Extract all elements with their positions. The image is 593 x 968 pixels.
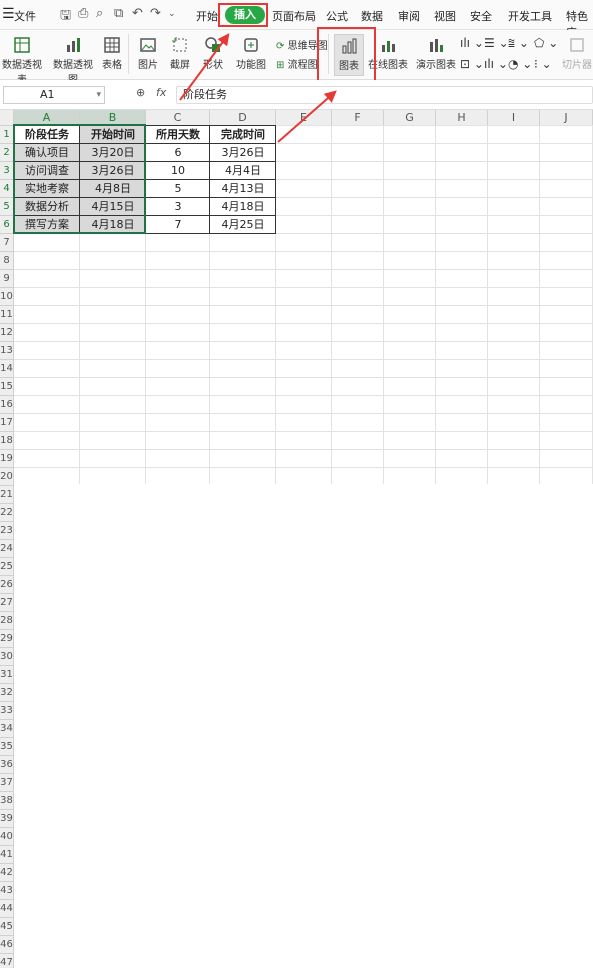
screenshot-button[interactable]: 截屏 — [166, 36, 194, 71]
dropdown-icon[interactable]: ⌄ — [168, 9, 176, 19]
formula-input[interactable]: 阶段任务 — [176, 86, 593, 104]
shape-button[interactable]: 形状 — [198, 36, 228, 71]
row-header-27[interactable]: 27 — [0, 594, 14, 612]
tab-data[interactable]: 数据 — [361, 8, 383, 24]
row-header-40[interactable]: 40 — [0, 828, 14, 846]
row-header-28[interactable]: 28 — [0, 612, 14, 630]
row-header-35[interactable]: 35 — [0, 738, 14, 756]
pivot-table-button[interactable]: 数据透视表 — [0, 36, 44, 86]
row-header-46[interactable]: 46 — [0, 936, 14, 954]
print-icon[interactable]: ⎙ — [78, 6, 88, 21]
flowchart-button[interactable]: ⊞ 流程图 — [276, 56, 318, 71]
row-header-44[interactable]: 44 — [0, 900, 14, 918]
row-header-47[interactable]: 47 — [0, 954, 14, 968]
tab-home[interactable]: 开始 — [196, 8, 218, 24]
row-header-23[interactable]: 23 — [0, 522, 14, 540]
shape-icon — [205, 37, 220, 52]
column-chart-icon[interactable]: ılı ⌄ — [460, 36, 484, 50]
row-header-38[interactable]: 38 — [0, 792, 14, 810]
pie-chart-icon[interactable]: ◔ ⌄ — [508, 57, 532, 71]
row-header-29[interactable]: 29 — [0, 630, 14, 648]
menu-icon[interactable]: ☰ — [2, 6, 15, 22]
row-header-42[interactable]: 42 — [0, 864, 14, 882]
row-header-43[interactable]: 43 — [0, 882, 14, 900]
demo-chart-icon — [430, 39, 443, 52]
row-header-22[interactable]: 22 — [0, 504, 14, 522]
demo-chart-button[interactable]: 演示图表 — [414, 36, 458, 71]
radar-chart-icon[interactable]: ⬠ ⌄ — [534, 36, 558, 50]
tab-review[interactable]: 审阅 — [398, 8, 420, 24]
row-header-41[interactable]: 41 — [0, 846, 14, 864]
row-header-31[interactable]: 31 — [0, 666, 14, 684]
table-button[interactable]: 表格 — [100, 36, 124, 71]
row-header-36[interactable]: 36 — [0, 756, 14, 774]
save-icon[interactable]: 🖫 — [60, 6, 71, 28]
tab-security[interactable]: 安全 — [470, 8, 492, 24]
redo-icon[interactable]: ↷ — [150, 6, 161, 21]
ribbon-separator — [128, 34, 129, 74]
pivot-chart-icon — [67, 38, 80, 52]
row-header-45[interactable]: 45 — [0, 918, 14, 936]
row-header-37[interactable]: 37 — [0, 774, 14, 792]
table-icon — [104, 37, 120, 53]
row-header-26[interactable]: 26 — [0, 576, 14, 594]
stock-chart-icon[interactable]: ⊡ ⌄ — [460, 57, 484, 71]
print-preview-icon[interactable]: ⌕ — [96, 6, 103, 21]
row-header-21[interactable]: 21 — [0, 486, 14, 504]
pivot-chart-button[interactable]: 数据透视图 — [50, 36, 96, 86]
row-header-30[interactable]: 30 — [0, 648, 14, 666]
spreadsheet-grid[interactable]: A B C D E F G H I J 1 2 3 4 5 6 7 8 9 10 11 12 13 14 15 16 17 18 19 2… — [0, 110, 593, 968]
slicer-icon — [570, 38, 584, 52]
area-chart-icon[interactable]: ılı ⌄ — [484, 57, 508, 71]
chart-button-highlight — [317, 27, 376, 84]
menu-bar: ☰ 文件 🖫 ⎙ ⌕ ⧉ ↶ ↷ ⌄ 开始 插入 页面布局 公式 数据 审阅 视… — [0, 0, 593, 39]
picture-button[interactable]: 图片 — [134, 36, 162, 71]
function-chart-button[interactable]: 功能图 — [232, 36, 270, 71]
row-header-39[interactable]: 39 — [0, 810, 14, 828]
name-box[interactable]: A1 ▾ — [3, 86, 105, 104]
mindmap-icon: ⟳ — [276, 41, 285, 52]
formula-bar: A1 ▾ ⊕ fx 阶段任务 — [0, 80, 593, 110]
insert-tab-highlight — [218, 3, 268, 27]
zoom-icon[interactable]: ⊕ — [136, 86, 145, 99]
scatter-chart-icon[interactable]: ⁝ ⌄ — [534, 57, 552, 71]
pivot-table-icon — [14, 37, 30, 53]
tab-developer[interactable]: 开发工具 — [508, 8, 552, 24]
tab-view[interactable]: 视图 — [434, 8, 456, 24]
table-borders — [13, 124, 276, 234]
row-header-25[interactable]: 25 — [0, 558, 14, 576]
ribbon: 数据透视表 数据透视图 表格 图片 截屏 形状 功能图 ⟳ 思维导图 ⊞ 流程图… — [0, 30, 593, 86]
bar-chart-horizontal-icon[interactable]: ☰ ⌄ — [484, 36, 509, 50]
picture-icon — [140, 38, 156, 52]
line-chart-icon[interactable]: ⩰ ⌄ — [508, 36, 529, 51]
file-menu[interactable]: 文件 — [14, 8, 36, 24]
undo-icon[interactable]: ↶ — [132, 6, 143, 21]
row-header-24[interactable]: 24 — [0, 540, 14, 558]
chevron-down-icon[interactable]: ▾ — [96, 87, 101, 103]
row-header-34[interactable]: 34 — [0, 720, 14, 738]
tab-page-layout[interactable]: 页面布局 — [272, 8, 316, 24]
row-header-33[interactable]: 33 — [0, 702, 14, 720]
row-header-32[interactable]: 32 — [0, 684, 14, 702]
online-chart-icon — [382, 41, 395, 52]
fx-icon[interactable]: fx — [156, 86, 166, 99]
function-chart-icon — [244, 38, 258, 52]
flowchart-icon: ⊞ — [276, 60, 285, 71]
slicer-button[interactable]: 切片器 — [562, 36, 592, 71]
screenshot-icon — [172, 37, 187, 52]
export-icon[interactable]: ⧉ — [114, 6, 123, 21]
tab-formulas[interactable]: 公式 — [326, 8, 348, 24]
